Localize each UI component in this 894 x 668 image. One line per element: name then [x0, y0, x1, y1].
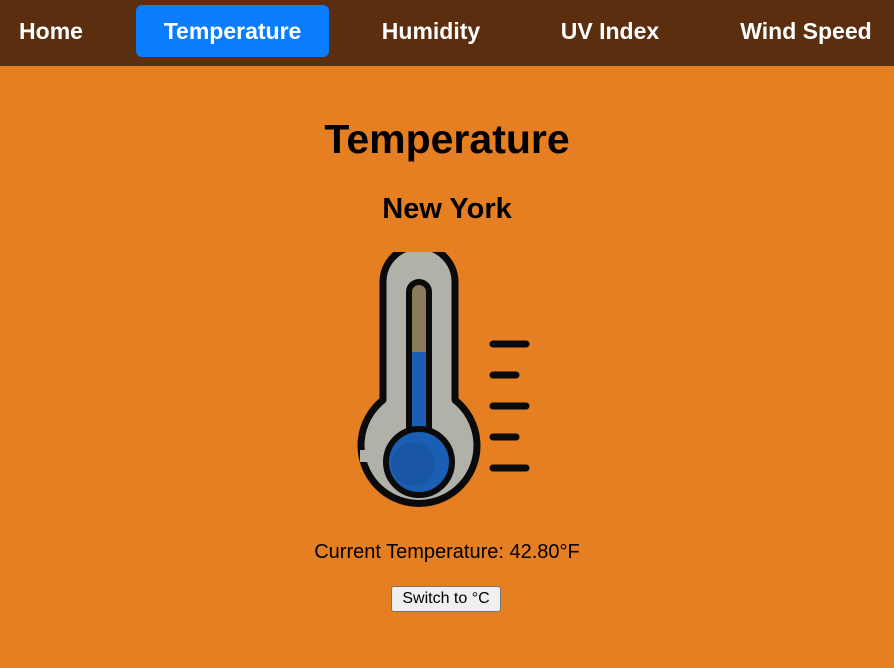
page-title: Temperature: [324, 116, 570, 162]
nav-bar: Home Temperature Humidity UV Index Wind …: [0, 0, 894, 66]
nav-humidity[interactable]: Humidity: [371, 5, 491, 57]
city-name: New York: [382, 193, 512, 225]
nav-wind-speed[interactable]: Wind Speed: [729, 5, 883, 57]
nav-uv-index[interactable]: UV Index: [548, 5, 672, 57]
main-content: Temperature New York Current Temperature…: [0, 66, 894, 668]
switch-unit-button[interactable]: Switch to °C: [391, 586, 501, 612]
nav-temperature[interactable]: Temperature: [136, 5, 329, 57]
thermometer-icon: [357, 252, 530, 507]
nav-home[interactable]: Home: [6, 5, 96, 57]
current-temperature-text: Current Temperature: 42.80°F: [314, 541, 580, 563]
